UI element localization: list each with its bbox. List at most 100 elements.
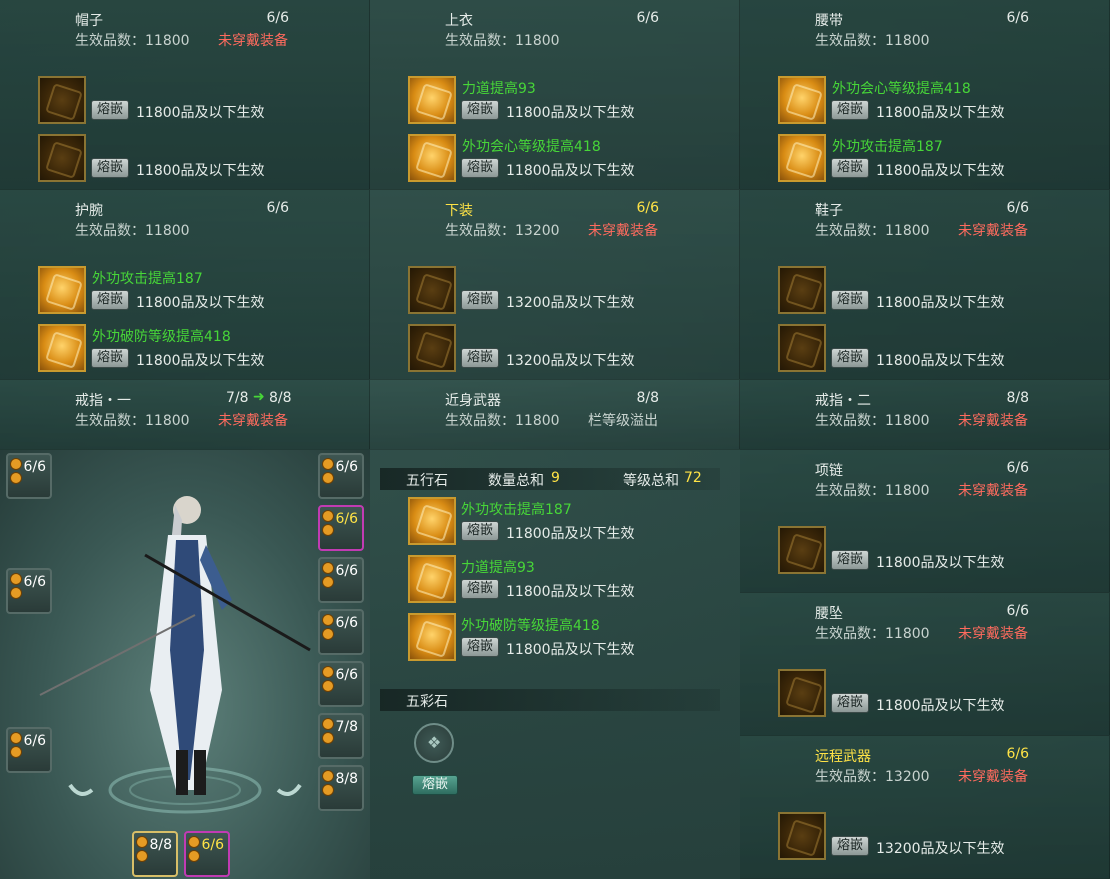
melee-quality: 生效品数：11800: [445, 413, 560, 429]
equip-slot[interactable]: 7/8: [318, 713, 364, 759]
equip-slot[interactable]: 6/6: [318, 505, 364, 551]
equip-slot[interactable]: 6/6: [6, 727, 52, 773]
equip-quality: 生效品数：11800: [445, 33, 560, 49]
gem-icon: [778, 324, 826, 372]
slot-count: 6/6: [201, 837, 224, 853]
ring2-count: 8/8: [1006, 390, 1029, 406]
gem-quality-text: 11800品及以下生效: [506, 526, 635, 542]
gem-slot[interactable]: [778, 526, 826, 574]
gem-quality-text: 11800品及以下生效: [876, 295, 1005, 311]
slot-count: 6/6: [335, 667, 358, 683]
gem-icon: [778, 526, 826, 574]
inlay-button[interactable]: 熔嵌: [831, 158, 869, 178]
wucai-slot[interactable]: ❖: [414, 723, 454, 763]
equip-panel: 腰带 6/6 生效品数：11800 外功会心等级提高418 熔嵌 11800品及以下生效外…: [740, 0, 1110, 190]
gem-slot[interactable]: [778, 266, 826, 314]
gem-icon: [38, 324, 86, 372]
gem-slot[interactable]: [778, 134, 826, 182]
gem-slot[interactable]: [408, 613, 456, 661]
gem-quality-text: 11800品及以下生效: [136, 353, 265, 369]
gem-icon: [408, 555, 456, 603]
equip-slot[interactable]: 6/6: [318, 661, 364, 707]
gem-icon: [408, 76, 456, 124]
gem-slot[interactable]: [778, 669, 826, 717]
gem-slot[interactable]: [408, 324, 456, 372]
gem-effect: 力道提高93: [462, 81, 536, 97]
inlay-button[interactable]: 熔嵌: [91, 290, 129, 310]
inlay-button[interactable]: 熔嵌: [91, 158, 129, 178]
socket-dots: [322, 561, 334, 588]
equip-count: 6/6: [1006, 10, 1029, 26]
equip-panel: 帽子 6/6 生效品数：11800 未穿戴装备 熔嵌 11800品及以下生效 熔嵌 11800…: [0, 0, 370, 190]
equip-panel: 下装 6/6 生效品数：13200 未穿戴装备 熔嵌 13200品及以下生效 熔嵌 13200…: [370, 190, 740, 380]
wuxing-lvl-label: 等级总和: [623, 473, 679, 489]
character-figure: [39, 496, 311, 814]
equip-quality: 生效品数：11800: [75, 33, 190, 49]
equip-count: 6/6: [636, 10, 659, 26]
gem-slot[interactable]: [408, 134, 456, 182]
gem-quality-text: 11800品及以下生效: [506, 584, 635, 600]
inlay-button[interactable]: 熔嵌: [461, 158, 499, 178]
socket-dots: [322, 457, 334, 484]
gem-quality-text: 11800品及以下生效: [136, 163, 265, 179]
equip-slot[interactable]: 6/6: [6, 453, 52, 499]
equip-slot[interactable]: 6/6: [6, 568, 52, 614]
equip-warning: 未穿戴装备: [958, 223, 1028, 239]
socket-dots: [10, 731, 22, 758]
equip-count: 6/6: [636, 200, 659, 216]
equip-panel: 腰坠 6/6 生效品数：11800 未穿戴装备 熔嵌 11800品及以下生效: [740, 593, 1110, 736]
gem-effect: 外功破防等级提高418: [92, 329, 231, 345]
gem-slot[interactable]: [408, 76, 456, 124]
slot-count: 6/6: [335, 563, 358, 579]
inlay-button[interactable]: 熔嵌: [461, 521, 499, 541]
inlay-button[interactable]: 熔嵌: [831, 290, 869, 310]
gem-slot[interactable]: [778, 324, 826, 372]
socket-dots: [322, 509, 334, 536]
inlay-button[interactable]: 熔嵌: [461, 579, 499, 599]
gem-icon: [778, 812, 826, 860]
equip-slot[interactable]: 8/8: [132, 831, 178, 877]
gem-slot[interactable]: [408, 555, 456, 603]
equip-panel: 远程武器 6/6 生效品数：13200 未穿戴装备 熔嵌 13200品及以下生效: [740, 736, 1110, 879]
equip-name: 护腕: [75, 203, 103, 219]
equip-name: 远程武器: [815, 749, 871, 765]
equip-slot[interactable]: 6/6: [318, 557, 364, 603]
gem-slot[interactable]: [38, 324, 86, 372]
ring1-count-next: 8/8: [269, 390, 292, 406]
equip-quality: 生效品数：11800: [815, 483, 930, 499]
equip-count: 6/6: [1006, 603, 1029, 619]
gem-slot[interactable]: [38, 134, 86, 182]
slot-count: 6/6: [335, 459, 358, 475]
equip-quality: 生效品数：11800: [815, 33, 930, 49]
inlay-button[interactable]: 熔嵌: [831, 550, 869, 570]
equip-slot[interactable]: 6/6: [318, 453, 364, 499]
equip-warning: 未穿戴装备: [218, 33, 288, 49]
gem-slot[interactable]: [38, 76, 86, 124]
inlay-button[interactable]: 熔嵌: [831, 836, 869, 856]
ring2-name: 戒指・二: [815, 393, 871, 409]
inlay-button[interactable]: 熔嵌: [461, 637, 499, 657]
inlay-button[interactable]: 熔嵌: [831, 100, 869, 120]
gem-icon: [778, 669, 826, 717]
equip-slot[interactable]: 6/6: [184, 831, 230, 877]
equip-slot[interactable]: 6/6: [318, 609, 364, 655]
wucai-inlay-button[interactable]: 熔嵌: [412, 775, 458, 795]
gem-slot[interactable]: [778, 76, 826, 124]
equip-slot[interactable]: 8/8: [318, 765, 364, 811]
inlay-button[interactable]: 熔嵌: [91, 100, 129, 120]
inlay-button[interactable]: 熔嵌: [461, 348, 499, 368]
gem-quality-text: 11800品及以下生效: [876, 555, 1005, 571]
gem-quality-text: 11800品及以下生效: [506, 642, 635, 658]
inlay-button[interactable]: 熔嵌: [91, 348, 129, 368]
inlay-button[interactable]: 熔嵌: [461, 290, 499, 310]
inlay-button[interactable]: 熔嵌: [461, 100, 499, 120]
ring2-panel: 戒指・二 8/8 生效品数：11800 未穿戴装备: [740, 380, 1110, 450]
inlay-button[interactable]: 熔嵌: [831, 693, 869, 713]
gem-slot[interactable]: [408, 497, 456, 545]
ring1-warning: 未穿戴装备: [218, 413, 288, 429]
gem-slot[interactable]: [38, 266, 86, 314]
gem-slot[interactable]: [408, 266, 456, 314]
gem-slot[interactable]: [778, 812, 826, 860]
equip-count: 6/6: [1006, 200, 1029, 216]
inlay-button[interactable]: 熔嵌: [831, 348, 869, 368]
